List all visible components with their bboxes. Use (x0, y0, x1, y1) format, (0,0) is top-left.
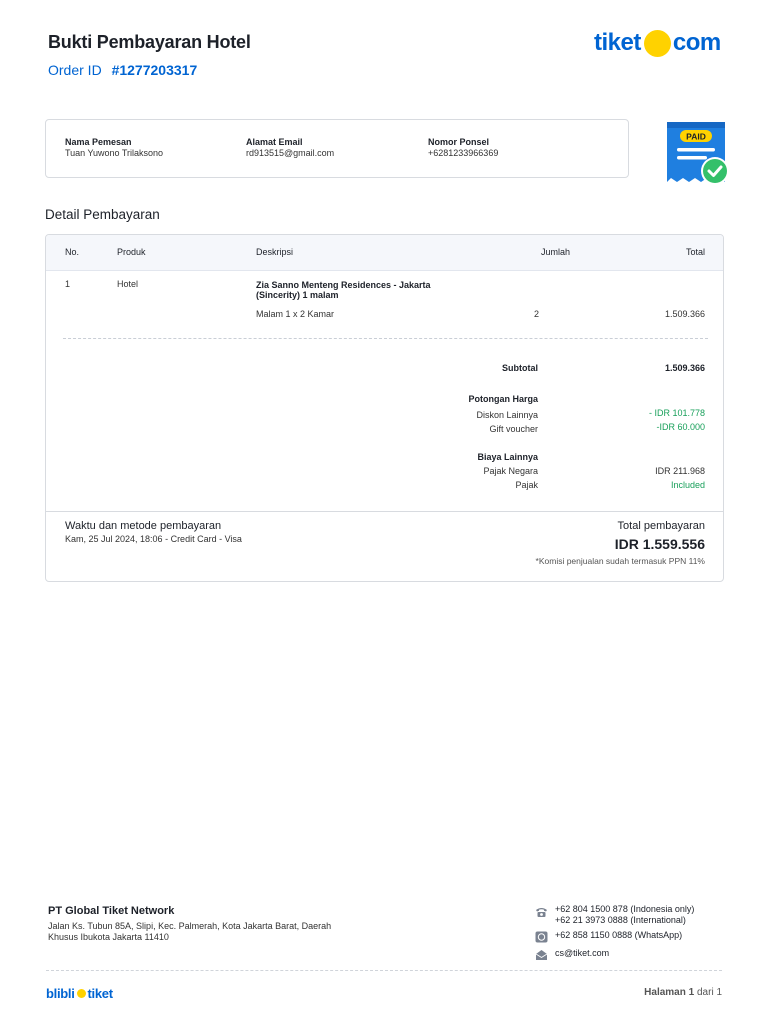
page-indicator: Halaman 1 dari 1 (644, 987, 722, 998)
footer-email-address: cs@tiket.com (555, 948, 610, 958)
whatsapp-icon (535, 931, 548, 943)
discount1-value: - IDR 101.778 (648, 408, 705, 418)
row-qty: 2 (534, 309, 540, 319)
footer-address-line2: Khusus Ibukota Jakarta 11410 (48, 932, 169, 942)
page-total: dari 1 (696, 987, 722, 998)
logo-text-right: com (672, 29, 721, 56)
discount-heading: Potongan Harga (468, 394, 538, 404)
brand-dot (76, 989, 86, 998)
discount2-value: -IDR 60.000 (656, 422, 705, 432)
brand-text-right: tiket (87, 986, 114, 1001)
footer-address-line1: Jalan Ks. Tubun 85A, Slipi, Kec. Palmera… (48, 921, 332, 931)
discount1-label: Diskon Lainnya (476, 410, 538, 420)
footer-email: cs@tiket.com (535, 948, 610, 960)
paid-label: PAID (686, 132, 706, 142)
customer-email-value: rd913515@gmail.com (246, 148, 335, 158)
detail-heading: Detail Pembayaran (45, 207, 160, 222)
order-id-number: #1277203317 (111, 62, 198, 78)
customer-name: Nama Pemesan Tuan Yuwono Trilaksono (65, 137, 163, 159)
row-description-sub: Malam 1 x 2 Kamar (256, 309, 335, 319)
customer-name-value: Tuan Yuwono Trilaksono (65, 148, 164, 158)
paid-receipt-icon: PAID (667, 122, 729, 185)
brand-text-left: blibli (46, 986, 75, 1001)
other-fees-heading: Biaya Lainnya (477, 452, 538, 462)
footer-whatsapp: +62 858 1150 0888 (WhatsApp) (535, 930, 683, 943)
row-no: 1 (65, 279, 71, 289)
row-description-title-line1: Zia Sanno Menteng Residences - Jakarta (256, 280, 431, 290)
total-payment-note: *Komisi penjualan sudah termasuk PPN 11% (535, 556, 705, 566)
total-payment-heading: Total pembayaran (617, 520, 705, 532)
customer-name-label: Nama Pemesan (65, 137, 132, 147)
col-header-no: No. (65, 247, 80, 257)
page-current: 1 (688, 987, 695, 998)
footer-company: PT Global Tiket Network (48, 905, 175, 917)
footer-phone-2: +62 21 3973 0888 (International) (555, 915, 686, 925)
page-title: Bukti Pembayaran Hotel (48, 32, 251, 52)
footer-phone: +62 804 1500 878 (Indonesia only) +62 21… (536, 904, 695, 926)
customer-email-label: Alamat Email (246, 137, 303, 147)
footer-whatsapp-number: +62 858 1150 0888 (WhatsApp) (555, 930, 683, 940)
payment-detail-card: No. Produk Deskripsi Jumlah Total 1 Hote… (45, 234, 724, 582)
logo-text-left: tiket (594, 29, 641, 56)
footer-address: Jalan Ks. Tubun 85A, Slipi, Kec. Palmera… (48, 921, 358, 943)
subtotal-label: Subtotal (502, 363, 538, 373)
page-label: Halaman (644, 987, 686, 998)
tax1-label: Pajak Negara (483, 466, 538, 476)
customer-phone: Nomor Ponsel +6281233966369 (428, 137, 498, 159)
col-header-description: Deskripsi (256, 247, 294, 257)
order-id: Order ID #1277203317 (48, 62, 197, 78)
telephone-icon (536, 908, 547, 917)
row-description-title: Zia Sanno Menteng Residences - Jakarta (… (256, 280, 431, 300)
total-payment-value: IDR 1.559.556 (614, 536, 705, 552)
customer-phone-value: +6281233966369 (428, 148, 499, 158)
order-id-label: Order ID (48, 62, 102, 78)
customer-email: Alamat Email rd913515@gmail.com (246, 137, 334, 159)
discount2-label: Gift voucher (489, 424, 538, 434)
col-header-product: Produk (117, 247, 146, 257)
row-total: 1.509.366 (664, 309, 705, 319)
col-header-total: Total (685, 247, 705, 257)
customer-phone-label: Nomor Ponsel (428, 137, 490, 147)
mail-icon (535, 950, 548, 960)
blibli-tiket-logo: blibli tiket (46, 986, 113, 1001)
footer-phone-1: +62 804 1500 878 (Indonesia only) (555, 904, 695, 914)
tax1-value: IDR 211.968 (655, 466, 705, 476)
logo-dot (643, 29, 671, 57)
table-header: No. Produk Deskripsi Jumlah Total (46, 235, 723, 271)
payment-method-heading: Waktu dan metode pembayaran (65, 520, 222, 532)
tax2-value: Included (670, 480, 705, 490)
footer-divider (46, 970, 722, 971)
tiket-logo: tiket com (594, 28, 721, 58)
subtotal-value: 1.509.366 (664, 363, 705, 373)
row-description-title-line2: (Sincerity) 1 malam (256, 290, 339, 300)
row-product: Hotel (117, 279, 139, 289)
dashed-divider (63, 338, 708, 339)
payment-method-value: Kam, 25 Jul 2024, 18:06 - Credit Card - … (65, 534, 242, 544)
tax2-label: Pajak (515, 480, 538, 490)
payment-divider (46, 511, 723, 512)
customer-info-box: Nama Pemesan Tuan Yuwono Trilaksono Alam… (45, 119, 629, 178)
col-header-qty: Jumlah (541, 247, 571, 257)
